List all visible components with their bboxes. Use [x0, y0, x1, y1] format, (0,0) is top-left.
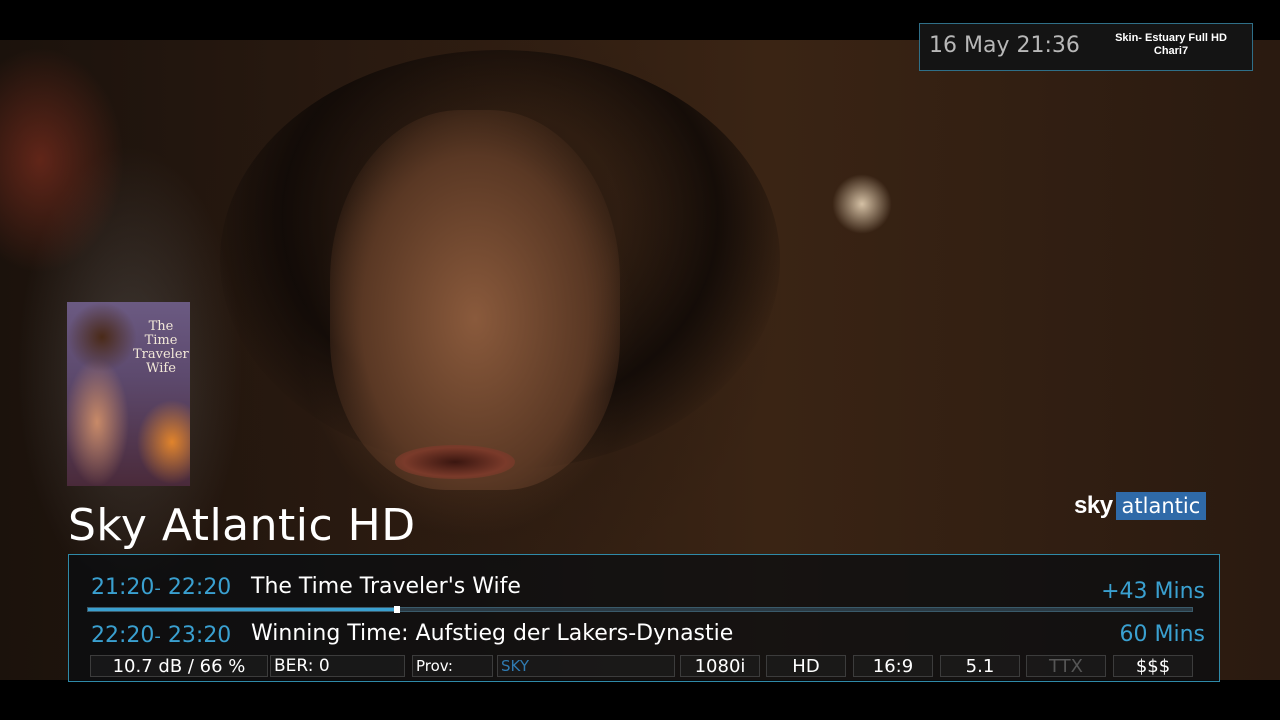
skin-name: Skin- Estuary Full HD [1115, 32, 1227, 44]
poster-art [67, 302, 137, 372]
progress-marker [394, 606, 400, 613]
teletext-badge: TTX [1026, 655, 1106, 677]
next-duration: 60 Mins [1119, 622, 1206, 647]
signal-quality: 10.7 dB / 66 % [90, 655, 268, 677]
now-title: The Time Traveler's Wife [251, 574, 521, 599]
provider-value: SKY [497, 655, 675, 677]
channel-logo: sky atlantic [1074, 491, 1207, 521]
now-time: 21:20- 22:20 [91, 575, 231, 600]
poster-title: The Time Traveler's Wife [133, 319, 190, 376]
poster-title-line: Traveler's [133, 347, 190, 362]
program-poster: The Time Traveler's Wife [67, 302, 190, 486]
progress-fill [88, 608, 397, 611]
background-face [330, 110, 620, 490]
provider-label: Prov: [412, 655, 493, 677]
infobar-panel: 21:20- 22:20 The Time Traveler's Wife +4… [68, 554, 1220, 682]
next-end: 23:20 [167, 623, 232, 648]
program-progress [87, 606, 1193, 613]
resolution-badge: 1080i [680, 655, 760, 677]
channel-name: Sky Atlantic HD [68, 500, 416, 551]
now-end: 22:20 [167, 575, 232, 600]
next-title: Winning Time: Aufstieg der Lakers-Dynast… [251, 621, 734, 646]
next-separator: - [154, 626, 161, 647]
next-time: 22:20- 23:20 [91, 623, 231, 648]
aspect-badge: 16:9 [853, 655, 933, 677]
now-start: 21:20 [91, 575, 155, 600]
background-mouth [395, 445, 515, 479]
crypt-badge: $$$ [1113, 655, 1193, 677]
clock-box: 16 May 21:36 Skin- Estuary Full HD Chari… [919, 23, 1253, 71]
skin-label: Skin- Estuary Full HD Chari7 [1096, 32, 1246, 58]
poster-title-line: Wife [146, 361, 176, 376]
next-start: 22:20 [91, 623, 155, 648]
hd-badge: HD [766, 655, 846, 677]
audio-badge: 5.1 [940, 655, 1020, 677]
logo-atlantic-text: atlantic [1115, 492, 1207, 520]
skin-author: Chari7 [1153, 45, 1189, 57]
ber-value: BER: 0 [270, 655, 405, 677]
now-remaining: +43 Mins [1101, 579, 1205, 604]
clock-datetime: 16 May 21:36 [929, 33, 1080, 58]
now-separator: - [154, 578, 161, 599]
logo-sky-text: sky [1074, 492, 1113, 519]
background-light [832, 174, 892, 234]
poster-title-line: The Time [144, 319, 178, 348]
